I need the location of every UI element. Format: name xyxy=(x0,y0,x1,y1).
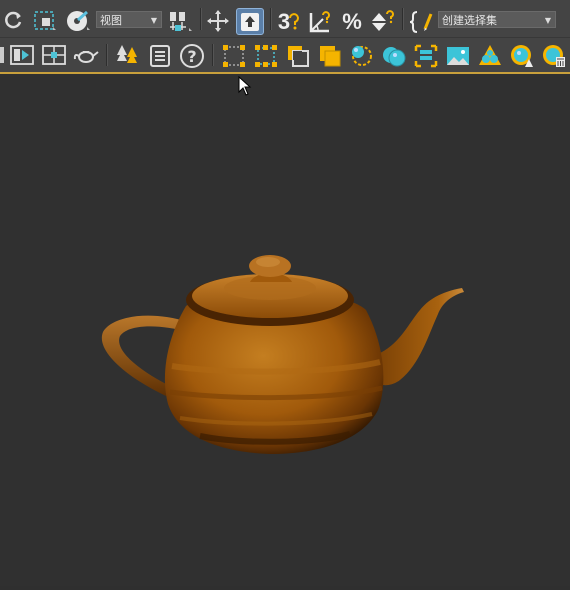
toolbar-separator xyxy=(270,8,272,30)
chevron-down-icon: ▼ xyxy=(150,16,157,25)
schematic-view-icon[interactable] xyxy=(8,43,36,67)
curve-editor-icon[interactable] xyxy=(220,42,248,70)
percent-snap-label: % xyxy=(342,9,362,34)
edit-named-selection-icon[interactable] xyxy=(408,8,436,36)
teapot-render-icon[interactable] xyxy=(72,43,100,67)
teapot-render[interactable] xyxy=(0,74,570,586)
render-production-icon[interactable] xyxy=(412,42,440,70)
help-icon[interactable]: ? xyxy=(178,42,206,70)
environment-icon[interactable] xyxy=(444,42,472,70)
perspective-viewport[interactable] xyxy=(0,74,570,586)
teapot-spout xyxy=(378,288,464,386)
render-setup-icon[interactable] xyxy=(348,42,376,70)
percent-snap-icon[interactable]: % xyxy=(338,8,366,36)
main-toolbar: 视图 ▼ 3 % 创建选择集 ▼ xyxy=(0,0,570,38)
toolbar-edge-icon xyxy=(0,44,6,66)
toolbar-separator xyxy=(402,8,404,30)
move-icon[interactable] xyxy=(205,9,231,33)
selection-set-value: 创建选择集 xyxy=(442,14,497,27)
render-frame-icon[interactable] xyxy=(380,42,408,70)
chevron-down-icon: ▼ xyxy=(544,16,551,25)
select-region-icon[interactable] xyxy=(32,8,58,34)
snap-3d-icon[interactable]: 3 xyxy=(274,8,304,36)
app-window: 视图 ▼ 3 % 创建选择集 ▼ ? xyxy=(0,0,570,586)
slate-material-icon[interactable] xyxy=(316,42,344,70)
view-dropdown[interactable]: 视图 ▼ xyxy=(96,11,162,28)
spinner-snap-icon[interactable] xyxy=(368,8,398,36)
select-manipulate-icon[interactable] xyxy=(236,8,264,35)
mouse-cursor-icon xyxy=(238,75,252,100)
pivot-icon[interactable] xyxy=(166,8,194,36)
scene-explorer-icon[interactable] xyxy=(114,42,142,68)
select-by-name-icon[interactable] xyxy=(64,7,92,35)
toolbar-separator xyxy=(212,44,214,66)
dope-sheet-icon[interactable] xyxy=(252,42,280,70)
render-effects-icon[interactable] xyxy=(476,42,504,70)
secondary-toolbar: ? xyxy=(0,38,570,74)
help-glyph: ? xyxy=(187,46,197,66)
active-shade-icon[interactable] xyxy=(508,42,536,70)
layer-manager-icon[interactable] xyxy=(146,43,174,69)
align-icon[interactable] xyxy=(40,43,68,67)
selection-set-dropdown[interactable]: 创建选择集 ▼ xyxy=(438,11,556,28)
toolbar-separator xyxy=(200,8,202,30)
toolbar-separator xyxy=(106,44,108,66)
redo-icon[interactable] xyxy=(2,8,26,32)
view-dropdown-value: 视图 xyxy=(100,14,122,27)
material-editor-icon[interactable] xyxy=(284,42,312,70)
render-delete-icon[interactable] xyxy=(540,42,568,70)
angle-snap-icon[interactable] xyxy=(306,8,334,36)
